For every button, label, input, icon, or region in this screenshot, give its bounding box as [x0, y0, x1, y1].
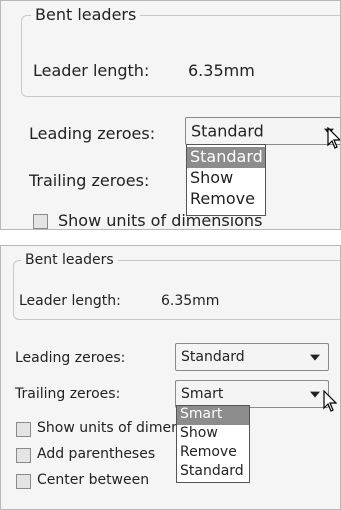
leading-zeroes-label: Leading zeroes:: [29, 124, 156, 143]
leader-length-value[interactable]: 6.35mm: [161, 293, 219, 309]
leader-length-label: Leader length:: [33, 61, 150, 80]
bent-leaders-group-title: Bent leaders: [21, 252, 118, 268]
bent-leaders-group-title: Bent leaders: [31, 5, 141, 24]
trailing-zeroes-dropdown-list: Smart Show Remove Standard: [176, 405, 250, 483]
option-smart[interactable]: Smart: [177, 406, 249, 425]
option-remove[interactable]: Remove: [177, 444, 249, 463]
add-parentheses-checkbox[interactable]: [16, 448, 31, 463]
leading-zeroes-select[interactable]: Standard: [185, 117, 340, 145]
option-show[interactable]: Show: [187, 168, 265, 189]
leader-length-label: Leader length:: [19, 293, 121, 309]
dimension-settings-panel-bottom: Bent leaders Leader length: 6.35mm Leadi…: [0, 245, 341, 510]
leader-length-value[interactable]: 6.35mm: [188, 61, 255, 80]
leading-zeroes-label: Leading zeroes:: [15, 350, 126, 366]
option-show[interactable]: Show: [177, 425, 249, 444]
leading-zeroes-selected-value: Standard: [191, 121, 264, 141]
center-between-label: Center between: [37, 472, 150, 488]
leading-zeroes-dropdown-list: Standard Show Remove: [186, 144, 266, 216]
center-between-checkbox[interactable]: [16, 474, 31, 489]
add-parentheses-label: Add parentheses: [37, 446, 156, 462]
trailing-zeroes-select[interactable]: Smart: [175, 380, 329, 408]
leading-zeroes-select[interactable]: Standard: [175, 343, 329, 371]
option-standard[interactable]: Standard: [187, 147, 265, 168]
bent-leaders-group: [13, 260, 340, 320]
trailing-zeroes-label: Trailing zeroes:: [29, 171, 150, 190]
option-standard[interactable]: Standard: [177, 463, 249, 482]
bent-leaders-group: [21, 15, 340, 97]
mouse-pointer-icon: [323, 390, 337, 412]
dimension-settings-panel-top: Bent leaders Leader length: 6.35mm Leadi…: [0, 0, 341, 230]
mouse-pointer-icon: [327, 127, 340, 149]
trailing-zeroes-selected-value: Smart: [181, 386, 224, 402]
option-remove[interactable]: Remove: [187, 189, 265, 210]
show-units-checkbox[interactable]: [16, 422, 31, 437]
leading-zeroes-selected-value: Standard: [181, 349, 245, 365]
show-units-checkbox[interactable]: [33, 214, 48, 229]
trailing-zeroes-label: Trailing zeroes:: [15, 386, 121, 402]
dropdown-arrow-icon[interactable]: [310, 391, 320, 398]
dropdown-arrow-icon[interactable]: [310, 354, 320, 361]
